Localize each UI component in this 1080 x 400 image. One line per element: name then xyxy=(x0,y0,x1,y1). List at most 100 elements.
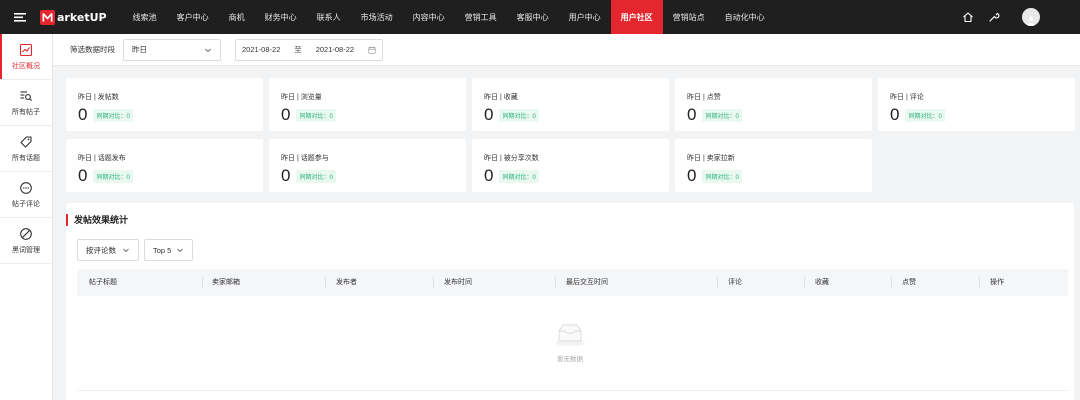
nav-item[interactable]: 自动化中心 xyxy=(715,0,775,34)
nav-item[interactable]: 市场活动 xyxy=(351,0,403,34)
column-divider xyxy=(891,277,892,288)
kpi-card-title: 昨日 | 卖家拉新 xyxy=(687,155,735,162)
kpi-card: 昨日 | 话题参与 0 同期对比：0 xyxy=(269,139,466,192)
user-avatar[interactable] xyxy=(1022,8,1040,26)
nav-item[interactable]: 内容中心 xyxy=(403,0,455,34)
kpi-card: 昨日 | 评论 0 同期对比：0 xyxy=(878,78,1075,131)
sidebar-item-label: 所有帖子 xyxy=(12,108,40,116)
nav-item[interactable]: 联系人 xyxy=(307,0,351,34)
chart-line-icon xyxy=(19,43,33,56)
panel-title: 发帖效果统计 xyxy=(66,214,128,226)
top-right-actions xyxy=(962,0,1040,34)
nav-item[interactable]: 营销站点 xyxy=(663,0,715,34)
kpi-card: 昨日 | 浏览量 0 同期对比：0 xyxy=(269,78,466,131)
nav-item[interactable]: 客户中心 xyxy=(167,0,219,34)
panel-filters: 按评论数 Top 5 xyxy=(77,239,193,261)
kpi-card-title: 昨日 | 发帖数 xyxy=(78,94,119,101)
nav-item[interactable]: 用户中心 xyxy=(559,0,611,34)
sort-select-value: 按评论数 xyxy=(86,245,116,255)
column-divider xyxy=(717,277,718,288)
column-divider xyxy=(979,277,980,288)
top-select-value: Top 5 xyxy=(153,245,172,255)
column-header: 最后交互时间 xyxy=(566,279,608,286)
sort-select[interactable]: 按评论数 xyxy=(77,239,139,261)
column-divider xyxy=(804,277,805,288)
period-select-value: 昨日 xyxy=(132,45,147,54)
date-separator: 至 xyxy=(294,45,302,54)
kpi-card: 昨日 | 被分享次数 0 同期对比：0 xyxy=(472,139,669,192)
sidebar-item[interactable]: 社区概况 xyxy=(0,34,52,80)
calendar-icon xyxy=(368,46,376,54)
hamburger-icon xyxy=(14,13,26,22)
kpi-card-value: 0 xyxy=(484,166,494,185)
kpi-card-value: 0 xyxy=(484,105,494,124)
date-end: 2021-08-22 xyxy=(315,45,355,54)
kpi-card-compare: 同期对比：0 xyxy=(702,169,742,183)
list-search-icon xyxy=(20,90,32,101)
chevron-down-icon xyxy=(123,248,129,253)
filter-label: 筛选数据时段 xyxy=(70,45,115,54)
sidebar-item[interactable]: 黑词管理 xyxy=(0,218,52,264)
menu-toggle-button[interactable] xyxy=(0,0,40,34)
comment-icon xyxy=(20,181,32,194)
sidebar-item-label: 黑词管理 xyxy=(12,246,40,254)
date-range-picker[interactable]: 2021-08-22 至 2021-08-22 xyxy=(235,38,383,61)
kpi-card-compare: 同期对比：0 xyxy=(296,108,336,122)
nav-item[interactable]: 商机 xyxy=(219,0,255,34)
kpi-card-compare: 同期对比：0 xyxy=(93,108,133,122)
sidebar-item[interactable]: 所有话题 xyxy=(0,126,52,172)
logo[interactable]: arketUP xyxy=(40,0,107,34)
kpi-card: 昨日 | 发帖数 0 同期对比：0 xyxy=(66,78,263,131)
kpi-card: 昨日 | 点赞 0 同期对比：0 xyxy=(675,78,872,131)
nav-item[interactable]: 用户社区 xyxy=(610,0,663,34)
ban-icon xyxy=(20,227,32,240)
kpi-card-compare: 同期对比：0 xyxy=(499,169,539,183)
chevron-down-icon xyxy=(177,248,183,253)
empty-text: 暂无数据 xyxy=(557,356,583,363)
kpi-card-value: 0 xyxy=(281,166,291,185)
main-nav: 线索池 客户中心 商机 财务中心 联系人 市场活动 内容中心 营销工具 客服中心 用户中心 用户社区… xyxy=(123,0,775,34)
empty-state: 暂无数据 xyxy=(66,321,1074,363)
kpi-card-value: 0 xyxy=(78,105,88,124)
table-header: 帖子标题 卖家邮箱 发布者 发布时间 最后交互时间 评论 收藏 点赞 操作 xyxy=(77,269,1068,296)
column-divider xyxy=(433,277,434,288)
kpi-card-value: 0 xyxy=(78,166,88,185)
kpi-card-value: 0 xyxy=(687,105,697,124)
column-header: 发布时间 xyxy=(444,279,472,286)
column-header: 卖家邮箱 xyxy=(212,279,240,286)
nav-item[interactable]: 客服中心 xyxy=(507,0,559,34)
top-select[interactable]: Top 5 xyxy=(144,239,193,261)
home-icon[interactable] xyxy=(962,11,974,23)
period-select[interactable]: 昨日 xyxy=(123,38,221,61)
nav-item[interactable]: 线索池 xyxy=(123,0,167,34)
kpi-card-value: 0 xyxy=(687,166,697,185)
empty-box-icon xyxy=(555,324,585,346)
sidebar-item-label: 帖子评论 xyxy=(12,200,40,208)
kpi-card-title: 昨日 | 收藏 xyxy=(484,94,518,101)
table-divider xyxy=(77,390,1068,391)
kpi-card: 昨日 | 卖家拉新 0 同期对比：0 xyxy=(675,139,872,192)
chevron-down-icon xyxy=(205,48,211,52)
sidebar-item[interactable]: 帖子评论 xyxy=(0,172,52,218)
kpi-card-title: 昨日 | 浏览量 xyxy=(281,94,322,101)
kpi-card: 昨日 | 话题发布 0 同期对比：0 xyxy=(66,139,263,192)
sidebar-item[interactable]: 所有帖子 xyxy=(0,80,52,126)
column-divider xyxy=(555,277,556,288)
kpi-card-title: 昨日 | 评论 xyxy=(890,94,924,101)
column-header: 操作 xyxy=(990,279,1004,286)
kpi-card-value: 0 xyxy=(281,105,291,124)
column-divider xyxy=(325,277,326,288)
post-stats-panel: 发帖效果统计 按评论数 Top 5 帖子标题 卖家邮箱 发布者 发布时间 最后交互时间 评… xyxy=(66,203,1074,400)
nav-item[interactable]: 财务中心 xyxy=(255,0,307,34)
tag-icon xyxy=(20,135,32,148)
nav-item[interactable]: 营销工具 xyxy=(455,0,507,34)
kpi-card-title: 昨日 | 话题发布 xyxy=(78,155,126,162)
column-header: 帖子标题 xyxy=(89,279,117,286)
kpi-card-compare: 同期对比：0 xyxy=(93,169,133,183)
user-icon xyxy=(1026,16,1036,26)
column-divider xyxy=(202,277,203,288)
wrench-icon[interactable] xyxy=(988,11,1000,23)
column-header: 点赞 xyxy=(902,279,916,286)
sidebar: 社区概况所有帖子所有话题帖子评论黑词管理 xyxy=(0,34,53,400)
sidebar-item-label: 所有话题 xyxy=(12,154,40,162)
